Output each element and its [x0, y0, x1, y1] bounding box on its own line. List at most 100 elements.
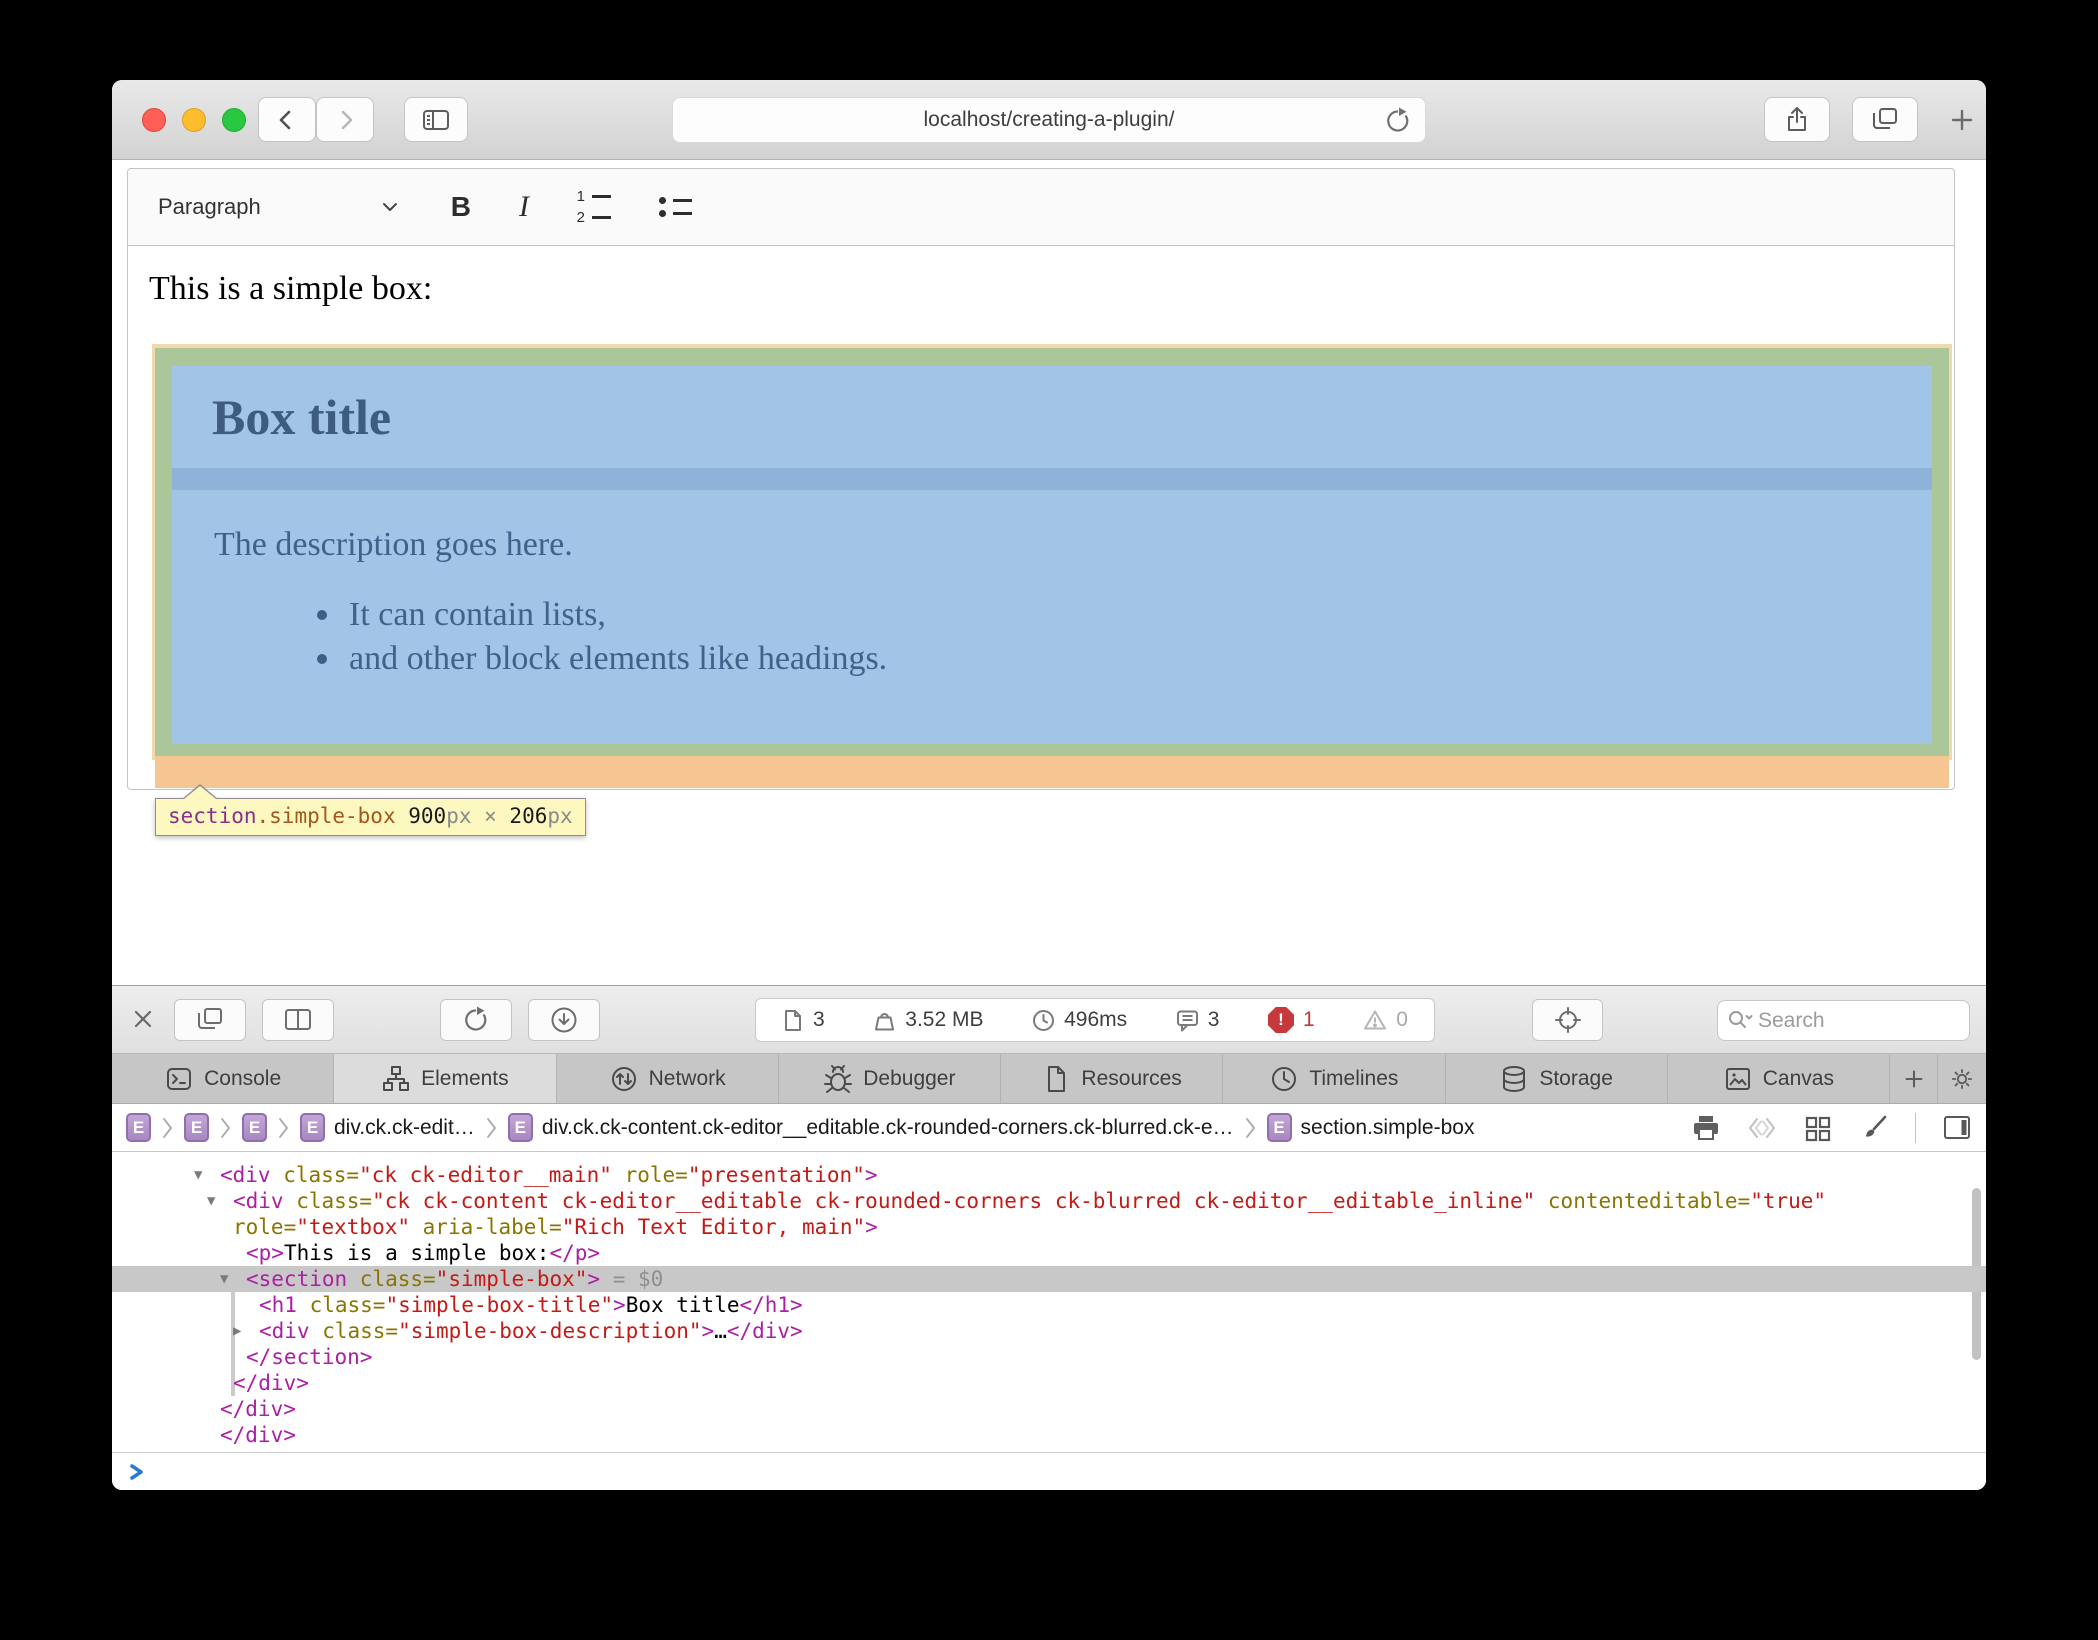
tab-canvas[interactable]: Canvas	[1668, 1054, 1890, 1103]
disclosure-open-icon[interactable]: ▼	[194, 1162, 202, 1188]
tab-label: Storage	[1539, 1067, 1613, 1091]
breadcrumb-item-section-simple-box[interactable]: Esection.simple-box	[1267, 1113, 1475, 1142]
search-input[interactable]	[1758, 1009, 1961, 1033]
share-button[interactable]	[1764, 97, 1830, 142]
tooltip-times: ×	[471, 804, 509, 828]
inspector-tab-bar: Console ElementsNetwork Debugger Resources T…	[112, 1054, 1986, 1104]
resources-icon	[1041, 1064, 1071, 1094]
dom-row[interactable]: <h1 class="simple-box-title">Box title</…	[112, 1292, 1986, 1318]
tab-label: Console	[204, 1067, 281, 1091]
chevron-down-icon[interactable]	[381, 201, 399, 213]
dom-row[interactable]: </div>	[112, 1396, 1986, 1422]
disclosure-closed-icon[interactable]: ▶	[233, 1318, 241, 1344]
load-time-stat[interactable]: 496ms	[1032, 1008, 1127, 1032]
error-count-stat[interactable]: ! 1	[1268, 1007, 1315, 1033]
close-inspector-button[interactable]	[130, 1006, 156, 1032]
divider	[1915, 1113, 1916, 1143]
gear-icon	[1948, 1065, 1976, 1093]
dom-row[interactable]: </section>	[112, 1344, 1986, 1370]
safari-window: localhost/creating-a-plugin/ Paragraph B…	[112, 80, 1986, 1490]
dom-node-markup: </div>	[233, 1371, 309, 1395]
close-window-button[interactable]	[142, 108, 166, 132]
add-tab-button[interactable]	[1890, 1054, 1938, 1103]
breadcrumb-item[interactable]: E	[126, 1113, 151, 1142]
disclosure-open-icon[interactable]: ▼	[220, 1266, 228, 1292]
element-size-tooltip: section.simple-box 900px × 206px	[155, 798, 586, 836]
inspector-settings-button[interactable]	[1938, 1054, 1986, 1103]
dock-to-window-button[interactable]	[174, 999, 246, 1041]
bulleted-list-button[interactable]	[657, 197, 692, 217]
paintbrush-button[interactable]	[1859, 1113, 1889, 1143]
tab-label: Resources	[1081, 1067, 1181, 1091]
dom-row[interactable]: </div>	[112, 1422, 1986, 1448]
window-titlebar: localhost/creating-a-plugin/	[112, 80, 1986, 160]
bullet-icon	[317, 654, 327, 664]
breadcrumb-item-div-ck-ck-edit-[interactable]: Ediv.ck.ck-edit…	[300, 1113, 475, 1142]
tab-timelines[interactable]: Timelines	[1223, 1054, 1445, 1103]
dom-tree: ▼<div class="ck ck-editor__main" role="p…	[112, 1152, 1986, 1452]
resource-count-stat[interactable]: 3	[782, 1008, 825, 1032]
transfer-size-stat[interactable]: 3.52 MB	[873, 1008, 983, 1032]
numbered-list-button[interactable]: 12	[575, 189, 611, 225]
warning-count-stat[interactable]: 0	[1363, 1008, 1408, 1032]
back-button[interactable]	[258, 97, 316, 142]
bottom-margin-highlight-overlay	[155, 756, 1949, 788]
bold-button[interactable]: B	[451, 191, 471, 223]
dock-side-button[interactable]	[262, 999, 334, 1041]
breadcrumb-item-div-ck-ck-content-ck-edi[interactable]: Ediv.ck.ck-content.ck-editor__editable.c…	[508, 1113, 1234, 1142]
dom-row[interactable]: ▼<div class="ck ck-editor__main" role="p…	[112, 1162, 1986, 1188]
breadcrumb-item[interactable]: E	[242, 1113, 267, 1142]
dom-node-markup: </div>	[220, 1397, 296, 1421]
download-page-button[interactable]	[528, 999, 600, 1041]
dom-row[interactable]: ▼<div class="ck ck-content ck-editor__ed…	[112, 1188, 1986, 1214]
download-icon	[549, 1005, 579, 1035]
elements-icon	[381, 1064, 411, 1094]
italic-button[interactable]: I	[519, 190, 529, 224]
sidebar-toggle-button[interactable]	[404, 97, 468, 142]
tab-console[interactable]: Console	[112, 1054, 334, 1103]
details-sidebar-toggle[interactable]	[1942, 1113, 1972, 1143]
document-icon	[782, 1009, 804, 1032]
back-chevron-icon	[272, 105, 302, 135]
tab-label: Canvas	[1763, 1067, 1834, 1091]
zoom-window-button[interactable]	[222, 108, 246, 132]
tab-network[interactable]: Network	[557, 1054, 779, 1103]
tab-elements[interactable]: Elements	[334, 1054, 556, 1103]
console-message-stat[interactable]: 3	[1176, 1008, 1220, 1032]
new-tab-button[interactable]	[1938, 97, 1986, 142]
reload-icon	[461, 1005, 491, 1035]
breadcrumb: E E E Ediv.ck.ck-edit… Ediv.ck.ck-content.ck…	[112, 1104, 1986, 1152]
paragraph-dropdown[interactable]: Paragraph	[158, 194, 261, 220]
print-styles-button[interactable]	[1691, 1113, 1721, 1143]
grid-overlay-button[interactable]	[1803, 1113, 1833, 1143]
tab-storage[interactable]: Storage	[1446, 1054, 1668, 1103]
console-prompt[interactable]	[112, 1452, 1986, 1490]
ckeditor: Paragraph B I 12 This is a simple box: B…	[127, 168, 1955, 790]
reload-button[interactable]	[1383, 106, 1413, 136]
dom-row[interactable]: </div>	[112, 1370, 1986, 1396]
dom-row[interactable]: <p>This is a simple box:</p>	[112, 1240, 1986, 1266]
address-bar[interactable]: localhost/creating-a-plugin/	[672, 97, 1426, 143]
editable-area[interactable]: This is a simple box: Box title The desc…	[127, 246, 1955, 790]
disclosure-open-icon[interactable]: ▼	[207, 1188, 215, 1214]
tab-overview-button[interactable]	[1852, 97, 1918, 142]
inspector-search-field[interactable]	[1717, 1000, 1970, 1041]
tab-debugger[interactable]: Debugger	[779, 1054, 1001, 1103]
dom-row-selected[interactable]: ▼<section class="simple-box"> = $0	[112, 1266, 1986, 1292]
dom-row[interactable]: ▶<div class="simple-box-description">…</…	[112, 1318, 1986, 1344]
tab-label: Debugger	[863, 1067, 955, 1091]
warning-triangle-icon	[1363, 1009, 1387, 1031]
editor-toolbar: Paragraph B I 12	[127, 168, 1955, 246]
canvas-icon	[1723, 1064, 1753, 1094]
numbered-list-icon: 1	[575, 189, 611, 204]
element-picker-button[interactable]	[1532, 999, 1603, 1041]
forward-button[interactable]	[316, 97, 374, 142]
element-badge-icon: E	[184, 1113, 209, 1142]
minimize-window-button[interactable]	[182, 108, 206, 132]
breadcrumb-item[interactable]: E	[184, 1113, 209, 1142]
tab-resources[interactable]: Resources	[1001, 1054, 1223, 1103]
inspector-reload-button[interactable]	[440, 999, 512, 1041]
inner-margin-highlight	[172, 468, 1932, 490]
code-brackets-button[interactable]	[1747, 1113, 1777, 1143]
dom-row[interactable]: role="textbox" aria-label="Rich Text Edi…	[112, 1214, 1986, 1240]
